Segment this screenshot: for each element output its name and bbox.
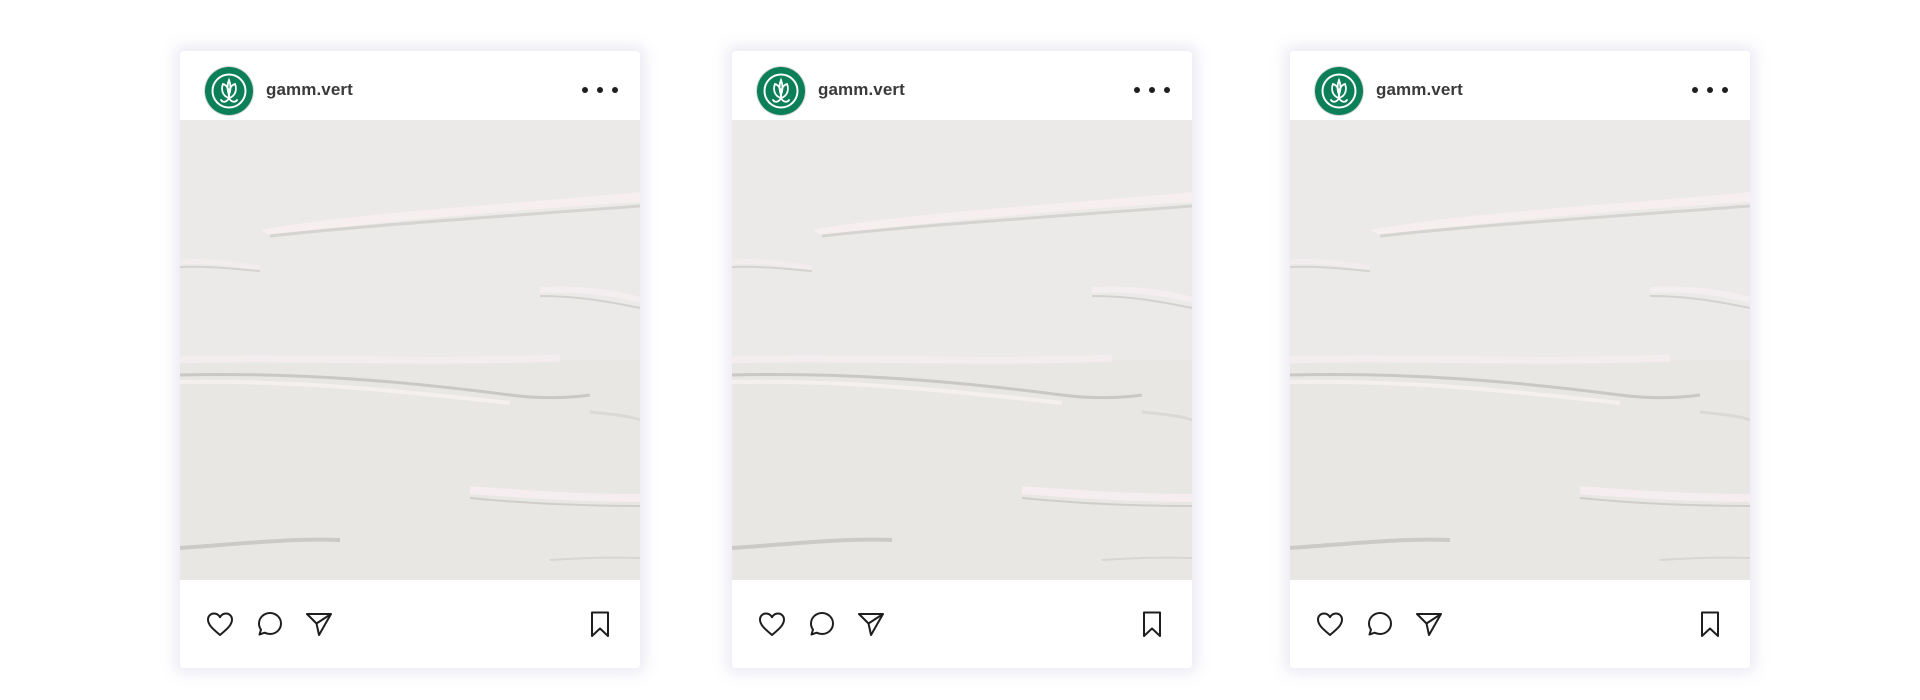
more-options-button[interactable] xyxy=(1692,81,1728,99)
post-image[interactable] xyxy=(1290,120,1750,580)
more-dot-icon xyxy=(597,87,603,93)
post-header: gamm.vert xyxy=(1290,51,1750,120)
heart-icon xyxy=(207,612,233,636)
heart-icon xyxy=(759,612,785,636)
avatar[interactable] xyxy=(205,67,253,115)
like-button[interactable] xyxy=(1314,608,1346,640)
more-dot-icon xyxy=(1707,87,1713,93)
heart-icon xyxy=(1317,612,1343,636)
instagram-post-card: gamm.vert xyxy=(180,51,640,668)
wrinkled-paper-texture xyxy=(732,120,1192,580)
post-username[interactable]: gamm.vert xyxy=(1376,80,1463,100)
post-header: gamm.vert xyxy=(180,51,640,120)
instagram-post-card: gamm.vert xyxy=(732,51,1192,668)
more-dot-icon xyxy=(1722,87,1728,93)
more-dot-icon xyxy=(1149,87,1155,93)
leaf-sprout-icon xyxy=(211,73,247,109)
more-dot-icon xyxy=(582,87,588,93)
more-dot-icon xyxy=(612,87,618,93)
share-button[interactable] xyxy=(303,608,335,640)
post-username[interactable]: gamm.vert xyxy=(266,80,353,100)
instagram-post-card: gamm.vert xyxy=(1290,51,1750,668)
post-mockup-canvas: gamm.vert gamm.vert gamm.vert xyxy=(0,0,1920,700)
post-actions-bar xyxy=(1290,580,1750,668)
more-dot-icon xyxy=(1692,87,1698,93)
comment-button[interactable] xyxy=(1364,608,1396,640)
leaf-sprout-icon xyxy=(763,73,799,109)
leaf-sprout-icon xyxy=(1321,73,1357,109)
share-button[interactable] xyxy=(855,608,887,640)
more-options-button[interactable] xyxy=(1134,81,1170,99)
like-button[interactable] xyxy=(204,608,236,640)
send-icon xyxy=(1416,613,1442,636)
wrinkled-paper-texture xyxy=(1290,120,1750,580)
avatar[interactable] xyxy=(757,67,805,115)
comment-button[interactable] xyxy=(254,608,286,640)
comment-icon xyxy=(258,612,282,636)
send-icon xyxy=(306,613,332,636)
post-username[interactable]: gamm.vert xyxy=(818,80,905,100)
bookmark-icon xyxy=(1701,611,1719,637)
wrinkled-paper-texture xyxy=(180,120,640,580)
comment-icon xyxy=(1368,612,1392,636)
post-actions-bar xyxy=(732,580,1192,668)
more-dot-icon xyxy=(1164,87,1170,93)
bookmark-icon xyxy=(1143,611,1161,637)
save-button[interactable] xyxy=(1694,608,1726,640)
send-icon xyxy=(858,613,884,636)
post-actions-bar xyxy=(180,580,640,668)
avatar[interactable] xyxy=(1315,67,1363,115)
save-button[interactable] xyxy=(1136,608,1168,640)
post-image[interactable] xyxy=(180,120,640,580)
more-dot-icon xyxy=(1134,87,1140,93)
comment-button[interactable] xyxy=(806,608,838,640)
like-button[interactable] xyxy=(756,608,788,640)
share-button[interactable] xyxy=(1413,608,1445,640)
bookmark-icon xyxy=(591,611,609,637)
post-image[interactable] xyxy=(732,120,1192,580)
save-button[interactable] xyxy=(584,608,616,640)
more-options-button[interactable] xyxy=(582,81,618,99)
comment-icon xyxy=(810,612,834,636)
post-header: gamm.vert xyxy=(732,51,1192,120)
